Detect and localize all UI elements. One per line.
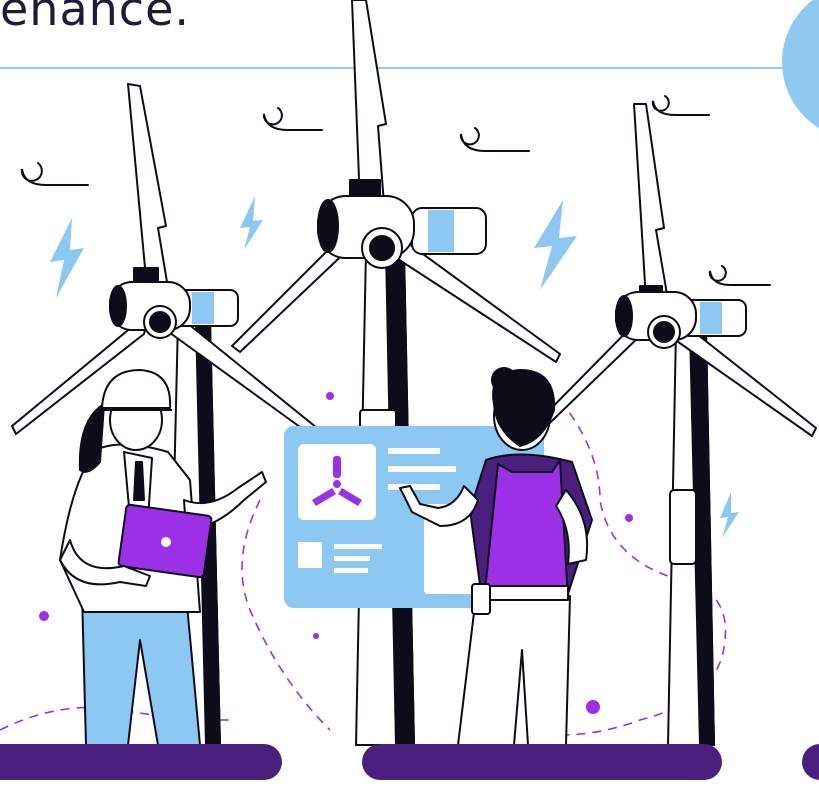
lightning-bolt-icon — [240, 196, 263, 250]
dot-decoration — [625, 514, 633, 522]
ground-platform — [362, 744, 722, 780]
dot-decoration — [586, 700, 600, 714]
wind-swirl-icon — [20, 162, 89, 186]
corner-circle-accent — [782, 0, 819, 129]
lightning-bolt-icon — [534, 200, 577, 290]
wind-swirl-icon — [651, 95, 710, 116]
wind-swirl-icon — [459, 127, 530, 152]
lightning-bolt-icon — [720, 492, 739, 538]
ground-platform — [0, 744, 282, 780]
lightning-bolt-icon — [50, 218, 84, 298]
wind-swirl-icon — [262, 107, 323, 131]
ground-platform — [802, 744, 819, 780]
wind-turbine-maintenance-illustration — [0, 0, 819, 780]
dot-decoration — [313, 633, 319, 639]
wind-swirl-icon — [708, 265, 771, 286]
dot-decoration — [326, 392, 334, 400]
dot-decoration — [39, 611, 49, 621]
engineer-woman — [59, 369, 267, 746]
